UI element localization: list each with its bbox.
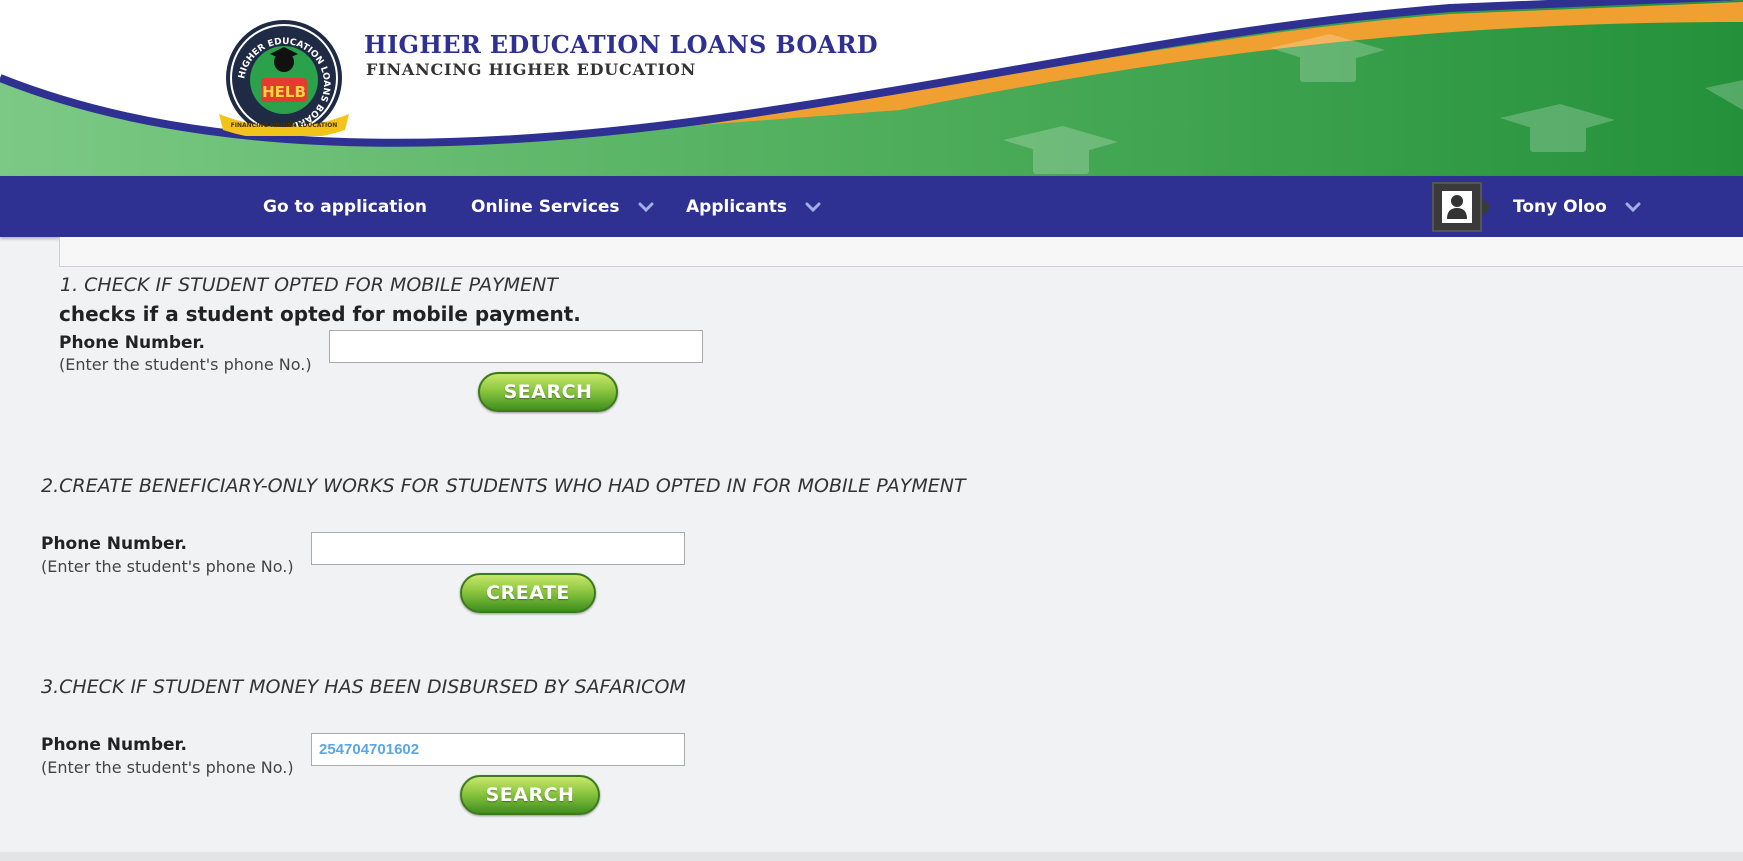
user-avatar-icon (1432, 182, 1482, 232)
phone-number-label: Phone Number. (41, 534, 187, 554)
phone-number-label: Phone Number. (59, 333, 205, 353)
section-3-title: 3.CHECK IF STUDENT MONEY HAS BEEN DISBUR… (41, 676, 686, 698)
section-2-title: 2.CREATE BENEFICIARY-ONLY WORKS FOR STUD… (41, 475, 966, 497)
nav-item-label: Online Services (471, 196, 620, 217)
horizontal-scrollbar[interactable] (0, 852, 1743, 861)
header-banner: HELB HIGHER EDUCATION LOANS BOARD FINANC… (0, 0, 1743, 176)
chevron-down-icon (805, 202, 821, 212)
svg-text:FINANCING HIGHER EDUCATION: FINANCING HIGHER EDUCATION (231, 122, 338, 129)
section-1-title: 1. CHECK IF STUDENT OPTED FOR MOBILE PAY… (60, 274, 558, 296)
helb-logo: HELB HIGHER EDUCATION LOANS BOARD FINANC… (219, 20, 349, 136)
svg-text:HELB: HELB (262, 83, 306, 101)
user-name: Tony Oloo (1513, 197, 1607, 217)
create-beneficiary-button[interactable]: CREATE (460, 573, 596, 613)
create-beneficiary-phone-input[interactable] (311, 532, 685, 565)
disbursement-phone-input[interactable] (311, 733, 685, 766)
phone-number-hint: (Enter the student's phone No.) (41, 758, 294, 777)
section-1-description: checks if a student opted for mobile pay… (59, 302, 581, 326)
phone-number-hint: (Enter the student's phone No.) (41, 557, 294, 576)
nav-applicants[interactable]: Applicants (686, 176, 821, 237)
avatar-pointer (1482, 198, 1491, 216)
nav-online-services[interactable]: Online Services (471, 176, 654, 237)
disbursement-search-button[interactable]: SEARCH (460, 775, 600, 815)
check-optin-phone-input[interactable] (329, 330, 703, 363)
nav-item-label: Applicants (686, 196, 788, 217)
brand-subtitle: FINANCING HIGHER EDUCATION (366, 60, 697, 79)
check-optin-search-button[interactable]: SEARCH (478, 372, 618, 412)
phone-number-label: Phone Number. (41, 735, 187, 755)
brand-title: HIGHER EDUCATION LOANS BOARD (364, 30, 878, 59)
nav-go-to-application[interactable]: Go to application (263, 176, 427, 237)
phone-number-hint: (Enter the student's phone No.) (59, 355, 312, 374)
user-menu[interactable]: Tony Oloo (1432, 182, 1641, 232)
chevron-down-icon (1625, 202, 1641, 212)
content-top-strip (59, 237, 1743, 267)
nav-item-label: Go to application (263, 196, 428, 217)
main-navbar: Go to application Online Services Applic… (0, 176, 1743, 237)
chevron-down-icon (638, 202, 654, 212)
